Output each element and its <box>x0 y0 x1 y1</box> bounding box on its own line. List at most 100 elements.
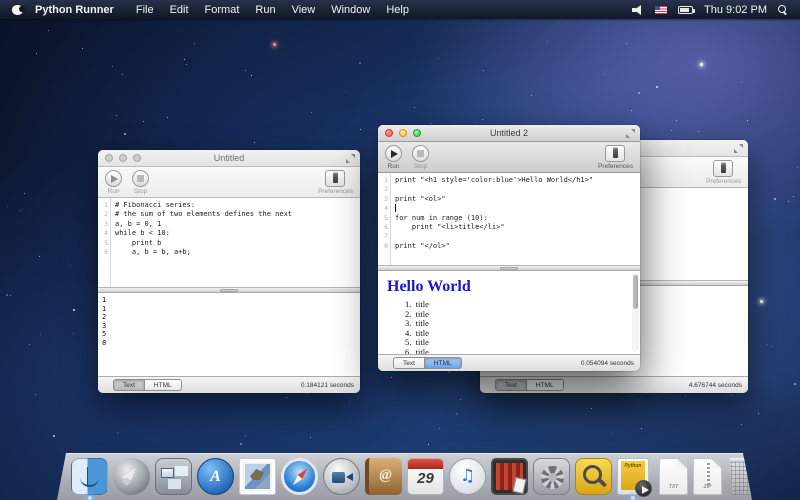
dock-item-launchpad <box>113 458 150 495</box>
dock-system-preferences-icon[interactable] <box>533 458 570 495</box>
dock-item-safari <box>281 458 318 495</box>
battery-icon[interactable] <box>678 6 693 14</box>
spotlight-icon[interactable] <box>778 5 788 15</box>
running-indicator <box>631 496 635 500</box>
menu-edit[interactable]: Edit <box>170 4 189 16</box>
scrollbar-thumb[interactable] <box>633 275 638 309</box>
line-number: 7 <box>378 232 388 241</box>
menu-items: File Edit Format Run View Window Help <box>128 4 417 16</box>
stop-tool: Stop <box>132 170 149 195</box>
preferences-button[interactable] <box>605 145 625 162</box>
app-menu-title[interactable]: Python Runner <box>35 4 114 16</box>
play-badge-icon <box>635 480 652 497</box>
window-footer: Text HTML 0.054094 seconds <box>378 354 640 371</box>
stop-label: Stop <box>134 188 147 195</box>
preferences-button[interactable] <box>325 170 345 187</box>
output-pane[interactable]: 1 1 2 3 5 8 <box>98 293 360 376</box>
line-number-gutter: 123456 <box>98 198 111 287</box>
line-number: 6 <box>378 223 388 232</box>
dock-zip-document-icon[interactable]: ZIP <box>693 458 722 495</box>
line-number: 8 <box>378 242 388 251</box>
menu-file[interactable]: File <box>136 4 154 16</box>
dock-itunes-icon[interactable]: ♫ <box>449 458 486 495</box>
dock-photo-booth-icon[interactable] <box>491 458 528 495</box>
list-item: 2. title <box>405 310 640 320</box>
preferences-button[interactable] <box>713 160 733 177</box>
titlebar[interactable]: Untitled <box>98 150 360 167</box>
output-html-list: 1. title2. title3. title4. title5. title… <box>378 300 640 354</box>
menu-window[interactable]: Window <box>331 4 370 16</box>
output-pane[interactable]: Hello World 1. title2. title3. title4. t… <box>378 271 640 354</box>
code-text[interactable]: print "<h1 style='color:blue'>Hello Worl… <box>391 173 640 265</box>
dock-finder-icon[interactable] <box>71 458 108 495</box>
preferences-icon <box>333 174 338 183</box>
fullscreen-icon[interactable] <box>346 154 355 163</box>
stop-button[interactable] <box>412 145 429 162</box>
dock-search-utility-icon[interactable] <box>575 458 612 495</box>
output-mode-segmented-control: Text HTML <box>113 379 182 391</box>
code-line: print "<ol>" <box>395 195 640 204</box>
stop-button[interactable] <box>132 170 149 187</box>
preferences-label: Preferences <box>598 163 633 170</box>
dock-app-store-icon[interactable]: A <box>197 458 234 495</box>
text-mode-button[interactable]: Text <box>496 380 526 390</box>
dock-ical-icon[interactable]: 29 <box>407 458 444 495</box>
menu-help[interactable]: Help <box>386 4 409 16</box>
dock-mission-control-icon[interactable] <box>155 458 192 495</box>
stop-icon <box>137 175 144 182</box>
scrollbar[interactable] <box>632 273 639 352</box>
code-text[interactable]: # Fibonacci series:# the sum of two elem… <box>111 198 360 287</box>
splitter-handle-icon[interactable] <box>220 289 238 292</box>
menu-format[interactable]: Format <box>205 4 240 16</box>
run-button[interactable] <box>105 170 122 187</box>
preferences-tool: Preferences <box>318 170 353 195</box>
code-editor[interactable]: 12345678 print "<h1 style='color:blue'>H… <box>378 173 640 265</box>
fullscreen-icon[interactable] <box>626 129 635 138</box>
titlebar[interactable]: Untitled 2 <box>378 125 640 142</box>
code-line: a, b = b, a+b; <box>115 248 360 257</box>
dock: A @29 ♫ Python TXTZIP <box>57 453 752 500</box>
run-tool: Run <box>385 145 402 170</box>
code-line: a, b = 0, 1 <box>115 220 360 229</box>
volume-icon[interactable] <box>632 5 644 15</box>
input-flag-icon[interactable] <box>655 6 667 14</box>
dock-mail-icon[interactable] <box>239 458 276 495</box>
dock-txt-document-icon[interactable]: TXT <box>659 458 688 495</box>
menu-bar-clock[interactable]: Thu 9:02 PM <box>704 4 767 16</box>
dock-item-facetime <box>323 458 360 495</box>
dock-ical-label: 29 <box>408 470 443 487</box>
menu-view[interactable]: View <box>292 4 316 16</box>
fullscreen-icon[interactable] <box>734 144 743 153</box>
code-editor[interactable]: 123456 # Fibonacci series:# the sum of t… <box>98 198 360 287</box>
code-line: # Fibonacci series: <box>115 201 360 210</box>
html-mode-button[interactable]: HTML <box>526 380 563 390</box>
html-mode-button[interactable]: HTML <box>424 358 461 368</box>
run-time: 0.054094 seconds <box>581 360 634 367</box>
text-mode-button[interactable]: Text <box>394 358 424 368</box>
dock-launchpad-icon[interactable] <box>113 458 150 495</box>
toolbar: Run Stop Preferences <box>98 167 360 198</box>
dock-app-store-label: A <box>198 468 233 486</box>
run-button[interactable] <box>385 145 402 162</box>
list-item: 5. title <box>405 338 640 348</box>
list-item: 3. title <box>405 319 640 329</box>
dock-safari-icon[interactable] <box>281 458 318 495</box>
line-number: 4 <box>378 204 388 213</box>
line-number: 2 <box>98 210 108 219</box>
dock-item-address-book: @ <box>365 458 402 495</box>
dock-facetime-icon[interactable] <box>323 458 360 495</box>
menu-run[interactable]: Run <box>255 4 275 16</box>
dock-python-runner-icon[interactable]: Python <box>617 458 649 495</box>
dock-item-txt-document: TXT <box>659 458 688 495</box>
apple-menu-icon[interactable] <box>12 4 23 15</box>
html-mode-button[interactable]: HTML <box>144 380 181 390</box>
line-number: 5 <box>98 239 108 248</box>
splitter-handle-icon[interactable] <box>500 267 518 270</box>
dock-address-book-icon[interactable]: @ <box>365 458 402 495</box>
output-html-heading: Hello World <box>378 271 640 300</box>
text-mode-button[interactable]: Text <box>114 380 144 390</box>
run-time: 0.184121 seconds <box>301 382 354 389</box>
line-number: 1 <box>98 201 108 210</box>
toolbar: Run Stop Preferences <box>378 142 640 173</box>
line-number: 1 <box>378 176 388 185</box>
